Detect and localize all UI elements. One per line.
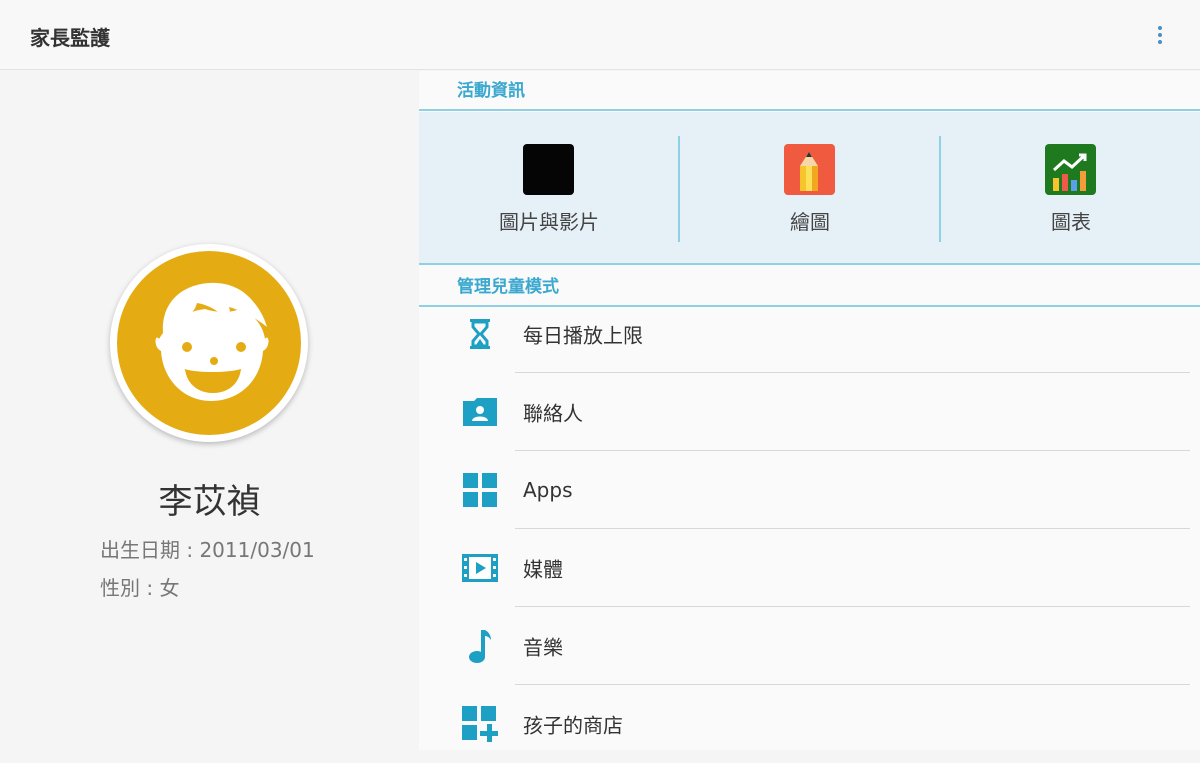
activity-photos-videos[interactable]: 圖片與影片 xyxy=(419,112,679,265)
media-video-icon xyxy=(461,549,499,587)
activity-drawing[interactable]: 繪圖 xyxy=(680,112,940,265)
menu-item-media[interactable]: 媒體 xyxy=(419,529,1200,607)
activity-label: 圖表 xyxy=(1051,210,1091,234)
menu-item-label: 聯絡人 xyxy=(523,401,583,426)
child-face-icon xyxy=(117,251,301,435)
settings-panel: 活動資訊 圖片與影片 繪圖 圖表 管理兒童模式 每日播放上限 聯絡人 Apps … xyxy=(419,71,1200,750)
menu-item-apps[interactable]: Apps xyxy=(419,451,1200,529)
activity-label: 繪圖 xyxy=(790,210,830,234)
activity-label: 圖片與影片 xyxy=(499,210,599,234)
activity-strip: 圖片與影片 繪圖 圖表 xyxy=(419,112,1200,265)
child-name: 李苡禎 xyxy=(158,482,261,522)
hourglass-icon xyxy=(461,315,499,353)
activity-chart[interactable]: 圖表 xyxy=(941,112,1200,265)
gender-text: 性別 : 女 xyxy=(100,576,180,600)
apps-grid-icon xyxy=(461,471,499,509)
avatar[interactable] xyxy=(110,244,308,442)
photos-videos-icon xyxy=(523,144,574,195)
drawing-pencil-icon xyxy=(784,144,835,195)
music-note-icon xyxy=(461,627,499,665)
app-title: 家長監護 xyxy=(30,26,110,50)
contacts-icon xyxy=(461,393,499,431)
menu-item-contacts[interactable]: 聯絡人 xyxy=(419,373,1200,451)
more-options-icon[interactable] xyxy=(1146,20,1174,50)
store-add-icon xyxy=(461,705,499,743)
menu-item-label: 孩子的商店 xyxy=(523,713,623,738)
child-profile-panel: 李苡禎 出生日期 : 2011/03/01 性別 : 女 xyxy=(0,71,419,750)
menu-item-music[interactable]: 音樂 xyxy=(419,607,1200,685)
menu-item-kids-store[interactable]: 孩子的商店 xyxy=(419,685,1200,763)
menu-item-daily-limit[interactable]: 每日播放上限 xyxy=(419,295,1200,373)
app-bar: 家長監護 xyxy=(0,0,1200,70)
menu-item-label: 音樂 xyxy=(523,635,563,660)
menu-item-label: Apps xyxy=(523,478,573,502)
chart-icon xyxy=(1045,144,1096,195)
activity-section-title: 活動資訊 xyxy=(419,71,1200,111)
menu-item-label: 媒體 xyxy=(523,557,563,582)
birthdate-text: 出生日期 : 2011/03/01 xyxy=(100,538,315,562)
menu-item-label: 每日播放上限 xyxy=(523,323,643,348)
